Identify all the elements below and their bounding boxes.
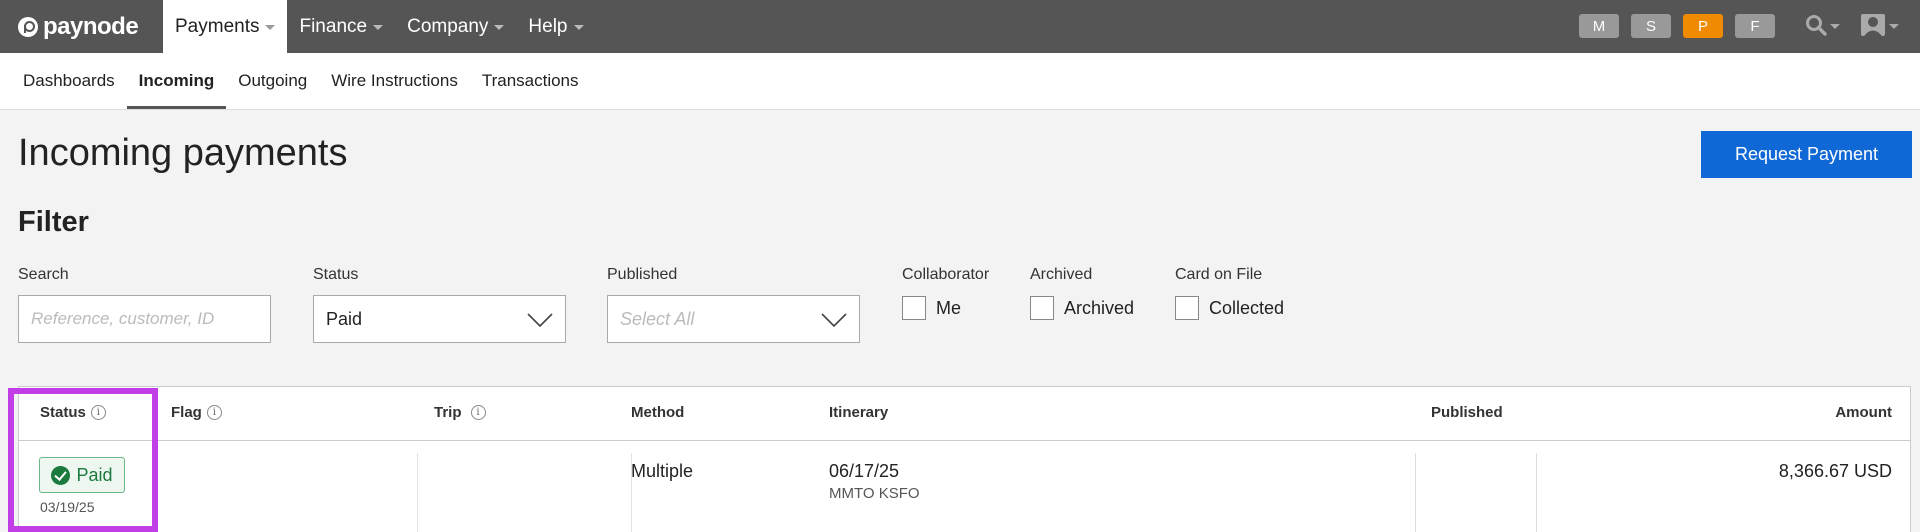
filter-heading: Filter <box>18 206 89 238</box>
caret-down-icon <box>373 25 384 30</box>
collaborator-option-label: Me <box>936 297 962 318</box>
payments-table: Status i Flag i Trip i Method Itinerary … <box>18 386 1911 532</box>
column-label: Status <box>40 404 86 421</box>
method-cell: Multiple <box>631 461 694 481</box>
tab-dashboards[interactable]: Dashboards <box>11 53 127 109</box>
search-label: Search <box>18 266 69 283</box>
card-on-file-label: Card on File <box>1175 266 1263 283</box>
menu-label: Payments <box>175 15 260 37</box>
check-circle-icon <box>51 465 71 485</box>
workspace-badge-p[interactable]: P <box>1683 14 1723 38</box>
top-utility-icons <box>1805 13 1899 37</box>
tab-incoming[interactable]: Incoming <box>126 53 227 109</box>
published-label: Published <box>607 266 678 283</box>
status-select-value: Paid <box>326 308 363 329</box>
menu-item-company[interactable]: Company <box>395 0 516 53</box>
sub-navigation: Dashboards Incoming Outgoing Wire Instru… <box>0 53 1920 110</box>
menu-label: Finance <box>299 15 368 37</box>
card-on-file-option-label: Collected <box>1209 297 1285 318</box>
info-icon[interactable]: i <box>470 405 486 420</box>
archived-label: Archived <box>1030 266 1093 283</box>
column-label: Trip <box>434 404 462 421</box>
published-cell <box>1415 453 1537 532</box>
column-header-method[interactable]: Method <box>631 404 684 421</box>
tab-transactions[interactable]: Transactions <box>470 53 591 109</box>
column-header-amount[interactable]: Amount <box>1835 404 1892 421</box>
brand-name: paynode <box>43 12 139 40</box>
menu-item-finance[interactable]: Finance <box>287 0 395 53</box>
tab-wire-instructions[interactable]: Wire Instructions <box>319 53 470 109</box>
caret-down-icon <box>265 25 276 30</box>
caret-down-icon <box>494 25 505 30</box>
main-menu: Payments Finance Company Help <box>163 0 596 53</box>
chevron-down-icon <box>821 313 847 327</box>
caret-down-icon <box>1889 23 1899 29</box>
itinerary-route: MMTO KSFO <box>829 485 920 502</box>
column-header-flag[interactable]: Flag i <box>171 404 222 421</box>
table-header: Status i Flag i Trip i Method Itinerary … <box>19 387 1910 441</box>
menu-item-payments[interactable]: Payments <box>163 0 288 53</box>
request-payment-button[interactable]: Request Payment <box>1701 131 1912 178</box>
search-icon <box>1806 15 1827 36</box>
status-label: Status <box>313 266 359 283</box>
workspace-badge-m[interactable]: M <box>1579 14 1619 38</box>
info-icon[interactable]: i <box>90 405 106 420</box>
column-header-trip[interactable]: Trip i <box>434 404 486 421</box>
collaborator-label: Collaborator <box>902 266 990 283</box>
top-navigation-bar: paynode Payments Finance Company Help M … <box>0 0 1920 53</box>
archived-filter: Archived <box>1030 296 1134 320</box>
workspace-badge-f[interactable]: F <box>1735 14 1775 38</box>
column-header-status[interactable]: Status i <box>40 404 106 421</box>
caret-down-icon <box>1830 23 1840 29</box>
card-collected-checkbox[interactable] <box>1175 296 1199 320</box>
chevron-down-icon <box>527 313 553 327</box>
workspace-badge-s[interactable]: S <box>1631 14 1671 38</box>
info-icon[interactable]: i <box>206 405 222 420</box>
user-avatar-icon <box>1861 14 1885 36</box>
column-divider <box>417 453 418 532</box>
published-select[interactable]: Select All <box>607 295 860 343</box>
status-select[interactable]: Paid <box>313 295 566 343</box>
status-date: 03/19/25 <box>40 499 95 515</box>
column-header-published[interactable]: Published <box>1431 404 1503 421</box>
status-badge: Paid <box>39 457 125 493</box>
brand-logo[interactable]: paynode <box>0 0 163 53</box>
logo-icon <box>18 16 38 37</box>
collaborator-me-checkbox[interactable] <box>902 296 926 320</box>
menu-label: Help <box>528 15 568 37</box>
status-badge-label: Paid <box>76 464 113 485</box>
search-input[interactable] <box>18 295 271 343</box>
menu-label: Company <box>407 15 489 37</box>
menu-item-help[interactable]: Help <box>516 0 595 53</box>
column-header-itinerary[interactable]: Itinerary <box>829 404 888 421</box>
user-menu[interactable] <box>1860 13 1899 37</box>
archived-option-label: Archived <box>1064 297 1135 318</box>
caret-down-icon <box>573 25 584 30</box>
archived-checkbox[interactable] <box>1030 296 1054 320</box>
page-title: Incoming payments <box>18 132 348 174</box>
card-on-file-filter: Collected <box>1175 296 1284 320</box>
search-menu[interactable] <box>1805 14 1840 36</box>
tab-outgoing[interactable]: Outgoing <box>226 53 319 109</box>
workspace-badges: M S P F <box>1579 14 1775 38</box>
column-label: Flag <box>171 404 202 421</box>
itinerary-date: 06/17/25 <box>829 461 900 481</box>
published-select-placeholder: Select All <box>620 308 695 329</box>
collaborator-filter: Me <box>902 296 961 320</box>
amount-cell: 8,366.67 USD <box>1778 461 1892 481</box>
